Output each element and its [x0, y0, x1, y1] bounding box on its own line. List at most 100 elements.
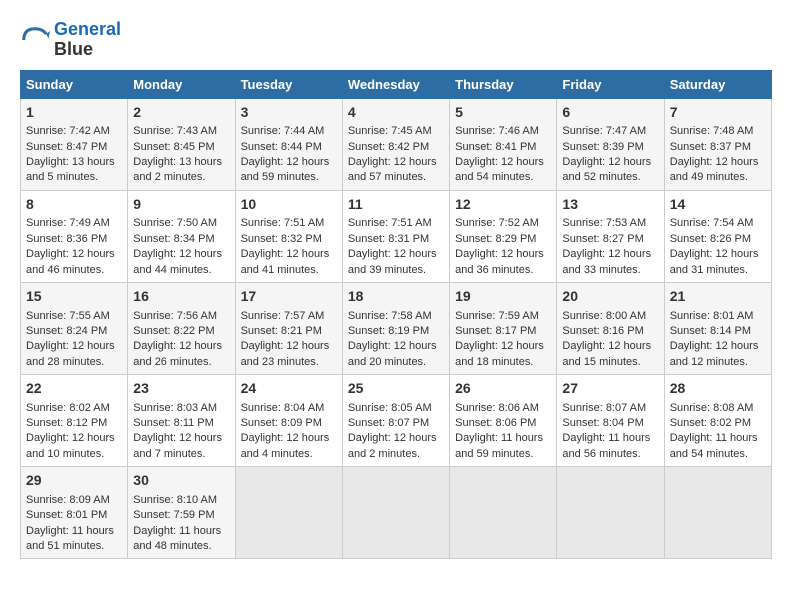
calendar-cell: 24Sunrise: 8:04 AMSunset: 8:09 PMDayligh…: [235, 375, 342, 467]
day-number: 28: [670, 379, 766, 399]
calendar-cell: 4Sunrise: 7:45 AMSunset: 8:42 PMDaylight…: [342, 98, 449, 190]
sunset-text: Sunset: 8:24 PM: [26, 325, 107, 337]
calendar-cell: 9Sunrise: 7:50 AMSunset: 8:34 PMDaylight…: [128, 190, 235, 282]
daylight-text: Daylight: 12 hours and 7 minutes.: [133, 432, 222, 459]
daylight-text: Daylight: 12 hours and 18 minutes.: [455, 340, 544, 367]
calendar-cell: 2Sunrise: 7:43 AMSunset: 8:45 PMDaylight…: [128, 98, 235, 190]
day-header-monday: Monday: [128, 70, 235, 98]
day-number: 2: [133, 103, 229, 123]
sunset-text: Sunset: 8:41 PM: [455, 141, 536, 153]
day-number: 24: [241, 379, 337, 399]
calendar-cell: 20 Sunrise: 8:00 AM Sunset: 8:16 PM Dayligh…: [557, 282, 664, 374]
calendar-cell: 15Sunrise: 7:55 AMSunset: 8:24 PMDayligh…: [21, 282, 128, 374]
day-number: 8: [26, 195, 122, 215]
day-number: 1: [26, 103, 122, 123]
sunset-text: Sunset: 8:47 PM: [26, 141, 107, 153]
sunset-text: Sunset: 8:17 PM: [455, 325, 536, 337]
day-number: 25: [348, 379, 444, 399]
sunset-text: Sunset: 8:32 PM: [241, 233, 322, 245]
day-number: 5: [455, 103, 551, 123]
sunset-text: Sunset: 8:01 PM: [26, 509, 107, 521]
calendar-cell: [664, 467, 771, 559]
sunset-text: Sunset: 8:09 PM: [241, 417, 322, 429]
sunset-text: Sunset: 8:36 PM: [26, 233, 107, 245]
calendar-cell: 3Sunrise: 7:44 AMSunset: 8:44 PMDaylight…: [235, 98, 342, 190]
sunset-text: Sunset: 8:34 PM: [133, 233, 214, 245]
calendar-cell: 1Sunrise: 7:42 AMSunset: 8:47 PMDaylight…: [21, 98, 128, 190]
sunset-text: Sunset: 8:11 PM: [133, 417, 214, 429]
sunset-text: Sunset: 8:04 PM: [562, 417, 643, 429]
day-number: 17: [241, 287, 337, 307]
daylight-text: Daylight: 11 hours and 54 minutes.: [670, 432, 758, 459]
day-number: 19: [455, 287, 551, 307]
daylight-text: Daylight: 12 hours and 41 minutes.: [241, 248, 330, 275]
day-number: 23: [133, 379, 229, 399]
sunrise-text: Sunrise: 8:05 AM: [348, 402, 432, 414]
calendar-cell: 10Sunrise: 7:51 AMSunset: 8:32 PMDayligh…: [235, 190, 342, 282]
sunrise-text: Sunrise: 7:49 AM: [26, 217, 110, 229]
calendar-cell: 25Sunrise: 8:05 AMSunset: 8:07 PMDayligh…: [342, 375, 449, 467]
sunrise-text: Sunrise: 8:00 AM: [562, 310, 646, 322]
page-header: General Blue: [20, 20, 772, 60]
sunrise-text: Sunrise: 7:48 AM: [670, 125, 754, 137]
day-header-thursday: Thursday: [450, 70, 557, 98]
sunrise-text: Sunrise: 8:03 AM: [133, 402, 217, 414]
daylight-text: Daylight: 12 hours and 20 minutes.: [348, 340, 437, 367]
daylight-text: Daylight: 12 hours and 15 minutes.: [562, 340, 651, 367]
daylight-text: Daylight: 12 hours and 33 minutes.: [562, 248, 651, 275]
day-number: 29: [26, 471, 122, 491]
daylight-text: Daylight: 11 hours and 51 minutes.: [26, 525, 114, 552]
day-number: 6: [562, 103, 658, 123]
calendar-cell: [235, 467, 342, 559]
calendar-cell: 6Sunrise: 7:47 AMSunset: 8:39 PMDaylight…: [557, 98, 664, 190]
day-number: 12: [455, 195, 551, 215]
day-number: 15: [26, 287, 122, 307]
sunset-text: Sunset: 8:12 PM: [26, 417, 107, 429]
sunrise-text: Sunrise: 7:47 AM: [562, 125, 646, 137]
calendar-cell: 12Sunrise: 7:52 AMSunset: 8:29 PMDayligh…: [450, 190, 557, 282]
daylight-text: Daylight: 12 hours and 54 minutes.: [455, 156, 544, 183]
day-header-saturday: Saturday: [664, 70, 771, 98]
sunrise-text: Sunrise: 7:53 AM: [562, 217, 646, 229]
calendar-cell: 11Sunrise: 7:51 AMSunset: 8:31 PMDayligh…: [342, 190, 449, 282]
sunset-text: Sunset: 8:37 PM: [670, 141, 751, 153]
sunrise-text: Sunrise: 7:42 AM: [26, 125, 110, 137]
sunrise-text: Sunrise: 7:54 AM: [670, 217, 754, 229]
sunrise-text: Sunrise: 7:50 AM: [133, 217, 217, 229]
day-header-friday: Friday: [557, 70, 664, 98]
daylight-text: Daylight: 11 hours and 56 minutes.: [562, 432, 650, 459]
calendar-cell: 26Sunrise: 8:06 AMSunset: 8:06 PMDayligh…: [450, 375, 557, 467]
calendar-week-2: 15Sunrise: 7:55 AMSunset: 8:24 PMDayligh…: [21, 282, 772, 374]
sunset-text: Sunset: 8:06 PM: [455, 417, 536, 429]
day-number: 4: [348, 103, 444, 123]
sunrise-text: Sunrise: 8:04 AM: [241, 402, 325, 414]
daylight-text: Daylight: 12 hours and 49 minutes.: [670, 156, 759, 183]
daylight-text: Daylight: 12 hours and 2 minutes.: [348, 432, 437, 459]
sunset-text: Sunset: 8:26 PM: [670, 233, 751, 245]
calendar-cell: 27Sunrise: 8:07 AMSunset: 8:04 PMDayligh…: [557, 375, 664, 467]
daylight-text: Daylight: 13 hours and 2 minutes.: [133, 156, 222, 183]
calendar-week-3: 22Sunrise: 8:02 AMSunset: 8:12 PMDayligh…: [21, 375, 772, 467]
calendar-cell: 23 Sunrise: 8:03 AM Sunset: 8:11 PM Dayligh…: [128, 375, 235, 467]
sunrise-text: Sunrise: 7:51 AM: [348, 217, 432, 229]
daylight-text: Daylight: 12 hours and 26 minutes.: [133, 340, 222, 367]
sunset-text: Sunset: 8:29 PM: [455, 233, 536, 245]
day-number: 20: [562, 287, 658, 307]
daylight-text: Daylight: 12 hours and 57 minutes.: [348, 156, 437, 183]
calendar-week-4: 29 Sunrise: 8:09 AM Sunset: 8:01 PM Dayligh…: [21, 467, 772, 559]
sunset-text: Sunset: 7:59 PM: [133, 509, 214, 521]
day-number: 13: [562, 195, 658, 215]
daylight-text: Daylight: 11 hours and 48 minutes.: [133, 525, 221, 552]
calendar-cell: 21Sunrise: 8:01 AMSunset: 8:14 PMDayligh…: [664, 282, 771, 374]
day-number: 26: [455, 379, 551, 399]
day-number: 16: [133, 287, 229, 307]
calendar-cell: 30Sunrise: 8:10 AMSunset: 7:59 PMDayligh…: [128, 467, 235, 559]
sunset-text: Sunset: 8:39 PM: [562, 141, 643, 153]
sunrise-text: Sunrise: 8:07 AM: [562, 402, 646, 414]
daylight-text: Daylight: 12 hours and 39 minutes.: [348, 248, 437, 275]
day-number: 3: [241, 103, 337, 123]
sunset-text: Sunset: 8:16 PM: [562, 325, 643, 337]
sunrise-text: Sunrise: 8:09 AM: [26, 494, 110, 506]
daylight-text: Daylight: 12 hours and 31 minutes.: [670, 248, 759, 275]
sunrise-text: Sunrise: 7:52 AM: [455, 217, 539, 229]
